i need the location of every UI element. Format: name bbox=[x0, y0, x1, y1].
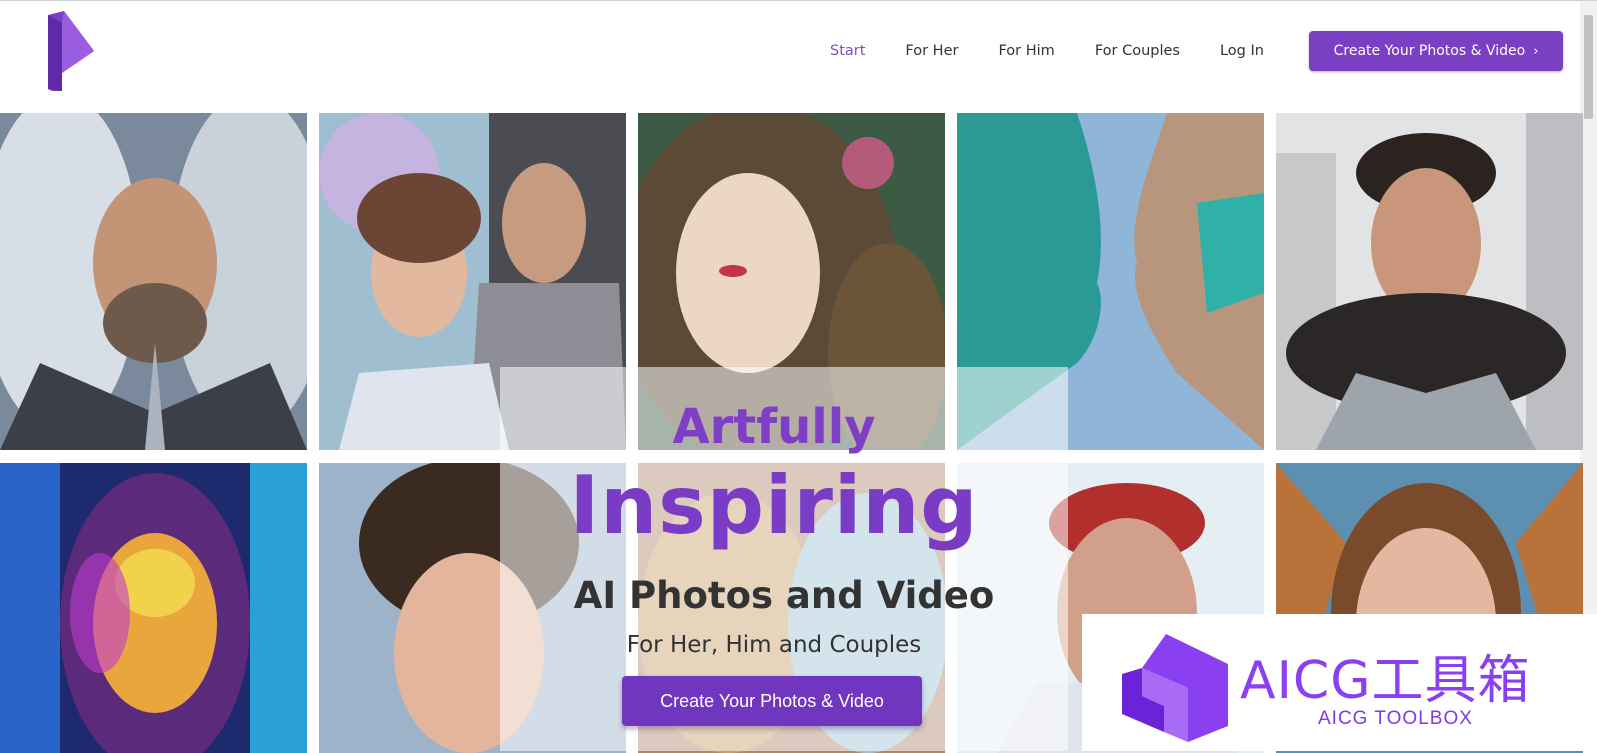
main-nav: Start For Her For Him For Couples Log In bbox=[830, 43, 1304, 59]
hero-tagline: For Her, Him and Couples bbox=[626, 632, 922, 658]
nav-for-him[interactable]: For Him bbox=[998, 43, 1054, 59]
hero-subheadline: AI Photos and Video bbox=[573, 574, 995, 617]
portrait-tile-cyber-woman bbox=[0, 463, 307, 753]
portrait-tile-warrior-man bbox=[0, 113, 307, 450]
create-photos-video-button-hero[interactable]: Create Your Photos & Video bbox=[622, 676, 922, 726]
nav-log-in[interactable]: Log In bbox=[1220, 43, 1264, 59]
create-photos-video-button-header[interactable]: Create Your Photos & Video › bbox=[1309, 31, 1563, 71]
cta-label: Create Your Photos & Video bbox=[1333, 43, 1526, 59]
site-header: Start For Her For Him For Couples Log In… bbox=[0, 1, 1580, 111]
portrait-tile-superhero-man bbox=[1276, 113, 1583, 450]
scrollbar-thumb[interactable] bbox=[1584, 15, 1593, 119]
chevron-right-icon: › bbox=[1533, 43, 1539, 59]
nav-for-couples[interactable]: For Couples bbox=[1095, 43, 1180, 59]
watermark-title: AICG工具箱 bbox=[1240, 651, 1531, 711]
hero-headline: Inspiring bbox=[569, 459, 979, 552]
aicg-toolbox-watermark: AICG工具箱 AICG TOOLBOX bbox=[1082, 614, 1597, 751]
nav-start[interactable]: Start bbox=[830, 43, 865, 59]
aicg-cube-logo-icon bbox=[1122, 634, 1228, 742]
nav-for-her[interactable]: For Her bbox=[905, 43, 958, 59]
watermark-subtitle: AICG TOOLBOX bbox=[1318, 708, 1473, 729]
hero-eyebrow: Artfully bbox=[672, 399, 876, 455]
hero-section: Artfully Inspiring AI Photos and Video F… bbox=[500, 367, 1068, 751]
brand-logo-icon[interactable] bbox=[44, 11, 96, 93]
